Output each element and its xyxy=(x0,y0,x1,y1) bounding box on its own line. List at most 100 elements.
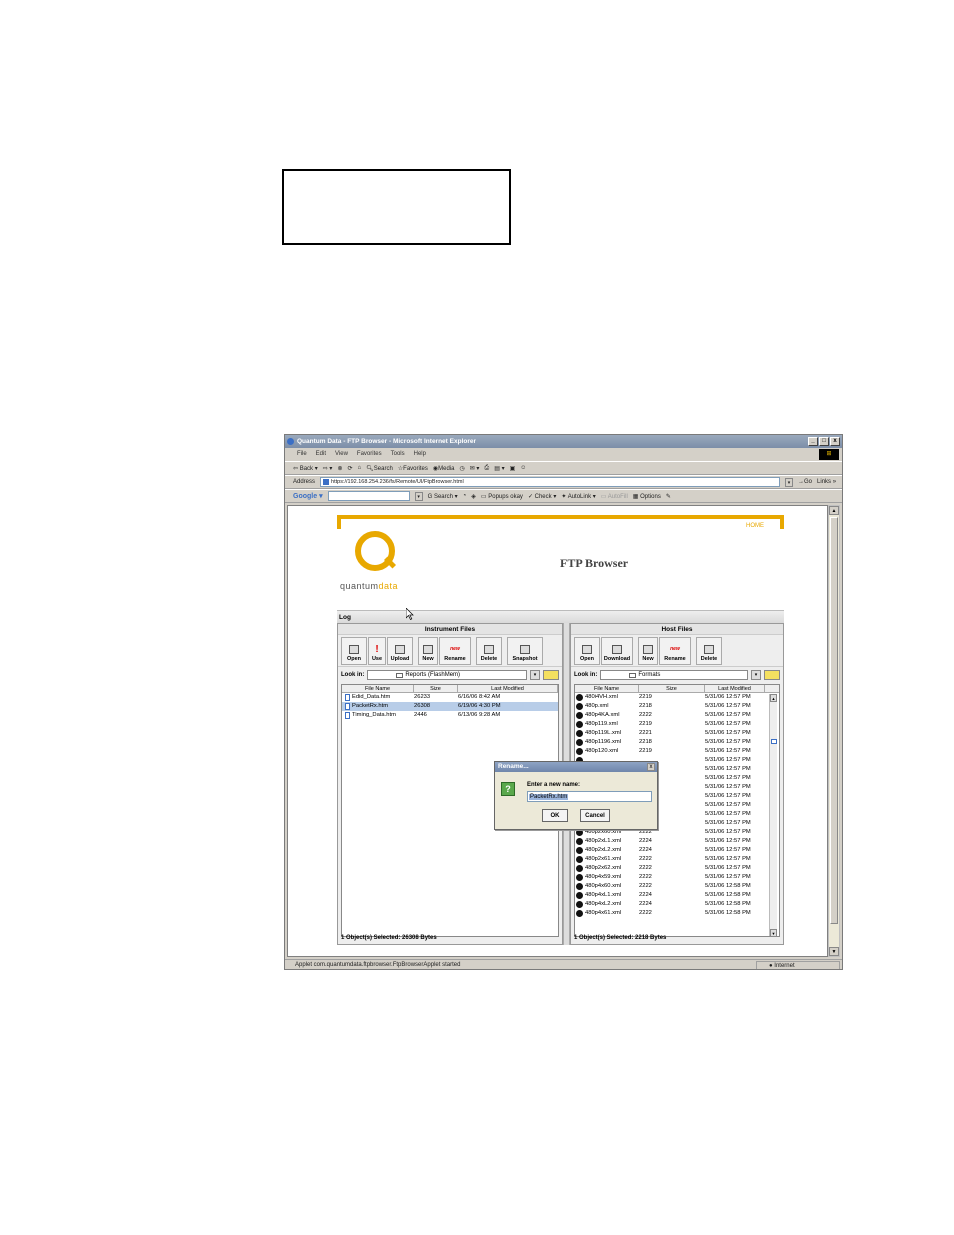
instrument-use-button[interactable]: ! Use xyxy=(368,637,386,665)
ok-button[interactable]: OK xyxy=(542,809,568,822)
autofill-button[interactable]: ▭ AutoFill xyxy=(601,493,628,500)
host-file-row[interactable]: 480p4KA.xml 2222 5/31/06 12:57 PM xyxy=(575,711,779,720)
host-file-row[interactable]: 480p2x62.xml 2222 5/31/06 12:57 PM xyxy=(575,864,779,873)
menu-tools[interactable]: Tools xyxy=(391,448,405,460)
options-button[interactable]: ▦ Options xyxy=(633,493,661,500)
autolink-button[interactable]: ✦ AutoLink ▾ xyxy=(561,493,595,500)
menu-favorites[interactable]: Favorites xyxy=(357,448,382,460)
column-last-modified[interactable]: Last Modified xyxy=(705,685,765,692)
host-file-row[interactable]: 480p4x59.xml 2222 5/31/06 12:57 PM xyxy=(575,873,779,882)
scroll-down-icon[interactable]: ▼ xyxy=(770,929,777,936)
google-logo[interactable]: Google ▾ xyxy=(293,492,323,500)
go-button[interactable]: →Go xyxy=(798,479,812,485)
links-button[interactable]: Links » xyxy=(817,479,836,485)
host-up-folder-button[interactable] xyxy=(764,670,780,680)
host-download-button[interactable]: Download xyxy=(601,637,633,665)
page-scrollbar[interactable]: ▲ ▼ xyxy=(828,505,840,957)
host-new-button[interactable]: New xyxy=(638,637,658,665)
google-search-button[interactable]: G Search ▾ xyxy=(428,493,458,500)
column-file-name[interactable]: File Name xyxy=(342,685,414,692)
stop-icon[interactable]: ⊗ xyxy=(337,465,342,472)
instrument-look-in-dropdown-icon[interactable]: ▾ xyxy=(530,670,540,680)
news-icon[interactable]: ◔ xyxy=(463,493,467,499)
host-file-row[interactable]: 480p2x61.xml 2222 5/31/06 12:57 PM xyxy=(575,855,779,864)
maximize-button[interactable]: □ xyxy=(819,437,829,446)
instrument-look-in-select[interactable]: Reports (FlashMem) xyxy=(367,670,527,680)
host-look-in-dropdown-icon[interactable]: ▾ xyxy=(751,670,761,680)
menu-edit[interactable]: Edit xyxy=(316,448,326,460)
xml-file-icon xyxy=(576,829,583,836)
history-icon[interactable]: ◷ xyxy=(459,465,464,472)
instrument-rename-button[interactable]: new Rename xyxy=(439,637,471,665)
menu-help[interactable]: Help xyxy=(414,448,426,460)
scroll-up-icon[interactable]: ▲ xyxy=(770,694,777,702)
host-file-row[interactable]: 480p119.xml 2219 5/31/06 12:57 PM xyxy=(575,720,779,729)
instrument-new-button[interactable]: New xyxy=(418,637,438,665)
host-file-row[interactable]: 480p4xL1.xml 2224 5/31/06 12:58 PM xyxy=(575,891,779,900)
host-file-row[interactable]: 480p2xL2.xml 2224 5/31/06 12:57 PM xyxy=(575,846,779,855)
column-file-name[interactable]: File Name xyxy=(575,685,639,692)
instrument-file-row-selected[interactable]: PacketRx.htm 26308 6/19/06 4:30 PM xyxy=(342,702,558,711)
instrument-up-folder-button[interactable] xyxy=(543,670,559,680)
host-file-row[interactable]: 480p120.xml 2219 5/31/06 12:57 PM xyxy=(575,747,779,756)
pagerank-icon[interactable]: ◈ xyxy=(471,493,476,500)
cancel-button[interactable]: Cancel xyxy=(580,809,610,822)
refresh-icon[interactable]: ⟳ xyxy=(347,465,352,472)
page-scroll-up-icon[interactable]: ▲ xyxy=(829,506,839,515)
print-icon[interactable]: ⎙ xyxy=(484,465,489,472)
favorites-button[interactable]: ☆Favorites xyxy=(398,465,428,472)
edit-icon[interactable]: ▤ ▾ xyxy=(494,465,504,472)
rename-dialog-close-button[interactable]: x xyxy=(647,763,655,771)
google-search-input[interactable] xyxy=(327,491,410,501)
back-button[interactable]: ⇦ Back ▾ xyxy=(293,465,318,472)
column-last-modified[interactable]: Last Modified xyxy=(458,685,558,692)
address-input[interactable]: https://192.168.254.236/fs/Remote/UI/Ftp… xyxy=(320,477,781,487)
instrument-upload-button[interactable]: Upload xyxy=(387,637,413,665)
host-file-row[interactable]: 480p4xL2.xml 2224 5/31/06 12:58 PM xyxy=(575,900,779,909)
host-file-row[interactable]: 480i4VH.xml 2219 5/31/06 12:57 PM xyxy=(575,693,779,702)
host-look-in-select[interactable]: Formats xyxy=(600,670,748,680)
messenger-icon[interactable]: ☺ xyxy=(520,465,526,471)
popups-button[interactable]: ▭ Popups okay xyxy=(481,493,523,500)
minimize-button[interactable]: _ xyxy=(808,437,818,446)
page-scroll-down-icon[interactable]: ▼ xyxy=(829,947,839,956)
media-button[interactable]: ◉Media xyxy=(433,465,455,472)
page-scroll-thumb[interactable] xyxy=(830,517,838,924)
pencil-icon[interactable]: ✎ xyxy=(666,493,671,500)
instrument-delete-button[interactable]: Delete xyxy=(476,637,502,665)
host-look-in-label: Look in: xyxy=(574,672,598,678)
host-file-row[interactable]: 480p4x60.xml 2222 5/31/06 12:58 PM xyxy=(575,882,779,891)
home-link[interactable]: HOME xyxy=(746,523,764,529)
forward-button[interactable]: ⇨ ▾ xyxy=(323,465,333,472)
menu-file[interactable]: File xyxy=(297,448,307,460)
instrument-file-row[interactable]: Timing_Data.htm 2446 6/13/06 9:28 AM xyxy=(342,711,558,720)
mail-icon[interactable]: ✉ ▾ xyxy=(470,465,480,472)
home-icon[interactable]: ⌂ xyxy=(358,465,362,471)
host-file-row[interactable]: 480p2xL1.xml 2224 5/31/06 12:57 PM xyxy=(575,837,779,846)
scroll-thumb[interactable] xyxy=(771,739,777,744)
check-button[interactable]: ✓ Check ▾ xyxy=(528,493,556,500)
rename-input[interactable]: PacketRx.htm xyxy=(527,791,652,802)
host-file-row[interactable]: 480p119L.xml 2221 5/31/06 12:57 PM xyxy=(575,729,779,738)
host-list-scrollbar[interactable]: ▲ ▼ xyxy=(769,694,777,936)
column-size[interactable]: Size xyxy=(639,685,705,692)
page-icon xyxy=(323,479,330,485)
menu-view[interactable]: View xyxy=(335,448,348,460)
host-file-row[interactable]: 480p.xml 2218 5/31/06 12:57 PM xyxy=(575,702,779,711)
instrument-snapshot-button[interactable]: Snapshot xyxy=(507,637,543,665)
google-dropdown-icon[interactable]: ▾ xyxy=(414,491,423,501)
host-file-row[interactable]: 480p4x61.xml 2222 5/31/06 12:58 PM xyxy=(575,909,779,918)
search-button[interactable]: 🔍︎Search xyxy=(366,465,393,472)
host-file-row[interactable]: 480p1196.xml 2218 5/31/06 12:57 PM xyxy=(575,738,779,747)
log-bar[interactable]: Log xyxy=(337,610,784,624)
host-delete-button[interactable]: Delete xyxy=(696,637,722,665)
instrument-open-button[interactable]: Open xyxy=(341,637,367,665)
column-size[interactable]: Size xyxy=(414,685,458,692)
host-rename-button[interactable]: new Rename xyxy=(659,637,691,665)
instrument-file-row[interactable]: Edid_Data.htm 26233 6/16/06 8:42 AM xyxy=(342,693,558,702)
instrument-status: 1 Object(s) Selected: 26308 Bytes xyxy=(341,935,437,941)
address-dropdown-icon[interactable]: ▾ xyxy=(785,477,794,487)
host-open-button[interactable]: Open xyxy=(574,637,600,665)
discuss-icon[interactable]: ▣ xyxy=(510,465,516,472)
close-button[interactable]: x xyxy=(830,437,840,446)
